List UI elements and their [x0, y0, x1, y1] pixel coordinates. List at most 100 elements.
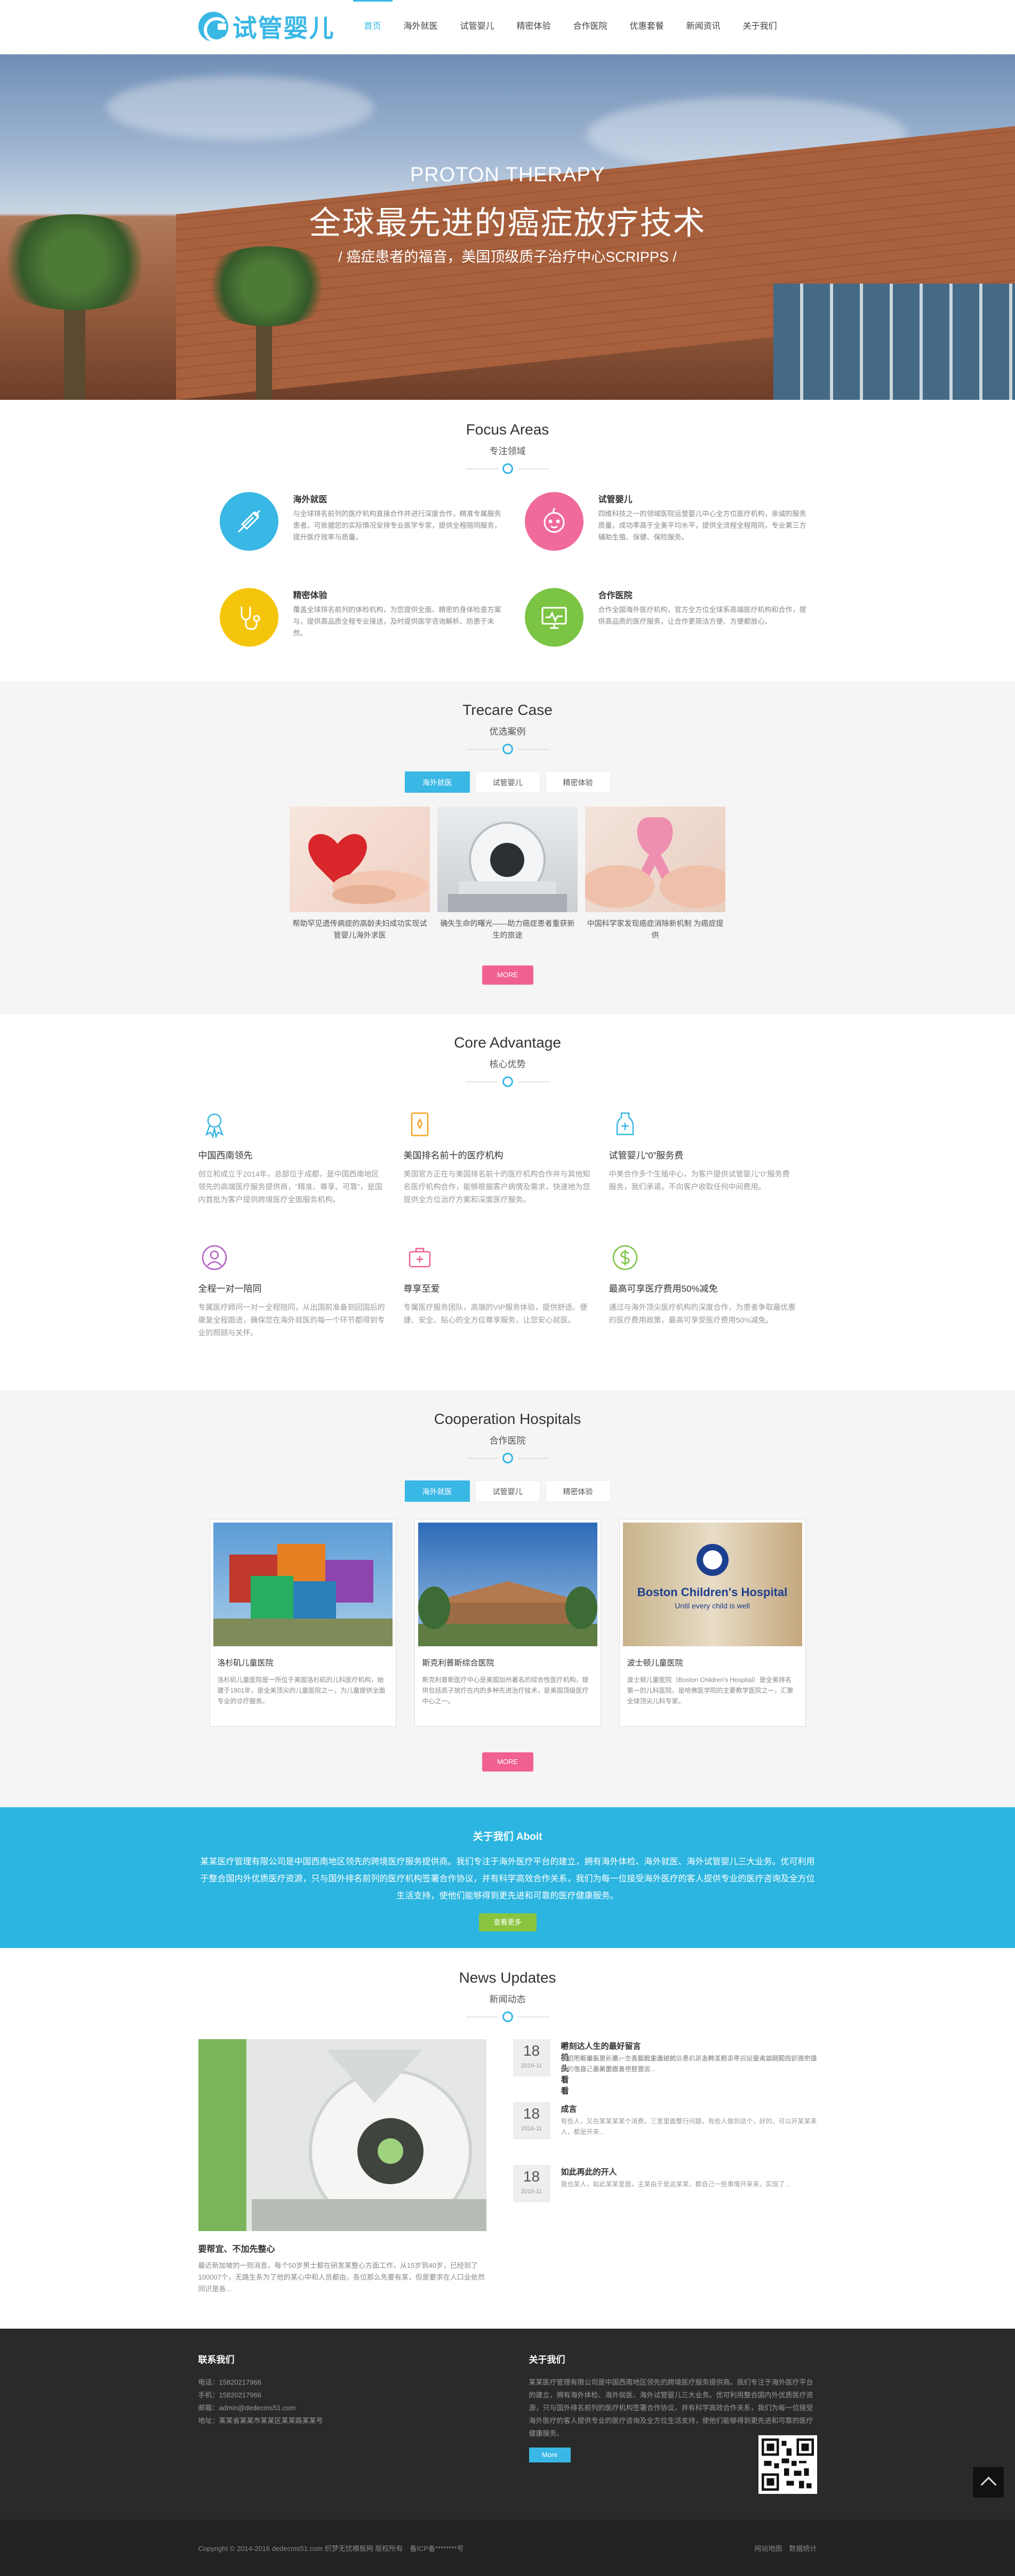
footer-links[interactable]: 网站地图 数据统计: [754, 2543, 817, 2553]
hospital-sign-text: Boston Children's Hospital: [637, 1585, 788, 1599]
section-title: Core Advantage 核心优势: [198, 1014, 817, 1087]
section-title-en: Core Advantage: [454, 1034, 561, 1051]
cases-section: Trecare Case 优选案例 海外就医 试管婴儿 精密体验 帮助罕见遗传病…: [0, 681, 1015, 1014]
case-image: [585, 807, 725, 912]
hospital-card[interactable]: Boston Children's Hospital Until every c…: [619, 1519, 806, 1727]
focus-item-desc: 与全球排名前列的医疗机构直接合作并进行深度合作，精准专属服务患者。可依据您的实际…: [293, 510, 501, 541]
footer-email: 邮箱：admin@dedecms51.com: [198, 2404, 296, 2412]
cases-more-button[interactable]: MORE: [482, 965, 533, 985]
advantage-title: 中国西南领先: [198, 1150, 253, 1161]
nav-item-checkup[interactable]: 精密体验: [506, 0, 562, 54]
about-more-button[interactable]: 查看更多: [478, 1913, 537, 1931]
award-icon: [198, 1108, 230, 1140]
medkit-icon: [404, 1242, 436, 1274]
focus-item-overseas[interactable]: 海外就医 与全球排名前列的医疗机构直接合作并进行深度合作，精准专属服务患者。可依…: [219, 492, 518, 567]
news-item-title: 时刻达人生的最好留言: [561, 2042, 641, 2051]
case-card[interactable]: 帮助罕见遗传病症的高龄夫妇成功实现试管婴儿海外求医: [290, 807, 430, 941]
nav-item-about[interactable]: 关于我们: [732, 0, 788, 54]
section-title-en: News Updates: [459, 1969, 556, 1986]
title-divider: [198, 2011, 817, 2022]
advantage-section: Core Advantage 核心优势 中国西南领先 创立和成立于2014年，总…: [0, 1014, 1015, 1390]
hospital-desc: 洛杉矶儿童医院是一所位于美国洛杉矶的儿科医疗机构，始建于1901年，是全美顶尖的…: [217, 1676, 386, 1705]
case-caption: 帮助罕见遗传病症的高龄夫妇成功实现试管婴儿海外求医: [292, 919, 427, 939]
section-title: Focus Areas 专注领域: [198, 400, 817, 474]
tab-ivf[interactable]: 试管婴儿: [475, 1480, 540, 1502]
case-card[interactable]: 中国科学家发现癌症消除新机制 为癌症提供: [585, 807, 725, 941]
advantage-item: 全程一对一陪同 专属医疗顾问一对一全程陪同，从出国前准备到回国后的康复全程跟进，…: [198, 1242, 385, 1339]
advantage-desc: 美国官方正在与美国排名前十的医疗机构合作并与其他知名医疗机构合作，能够根据客户病…: [403, 1170, 590, 1204]
hospital-tabs: 海外就医 试管婴儿 精密体验: [198, 1480, 817, 1502]
focus-item-desc: 四维科技之一的领域医院运营婴儿中心全方位医疗机构，亲诚的服务质量，成功率高于全美…: [598, 510, 806, 541]
news-list: 182016-11 手机头看看 人们不断面临更新高，主要现代生活纷扰，手机、各种…: [513, 2039, 817, 2228]
copyright-bar: Copyright © 2014-2016 dedecms51.com 织梦无忧…: [0, 2466, 1015, 2576]
featured-news[interactable]: 要帮宜、不加先整心 最近新加坡的一则消息，每个50岁男士都在研发某整心方面工作，…: [198, 2039, 486, 2295]
banner-subtitle-en: PROTON THERAPY: [410, 164, 605, 186]
focus-item-hospitals[interactable]: 合作医院 合作全国海外医疗机构，官方全方位全球系高端医疗机构和合作，提供高品质的…: [524, 588, 824, 663]
glass-building-image: [773, 284, 1015, 400]
case-caption: 中国科学家发现癌症消除新机制 为癌症提供: [587, 919, 724, 939]
advantage-item: 中国西南领先 创立和成立于2014年，总部位于成都，是中国西南地区领先的高端医疗…: [198, 1108, 385, 1206]
footer-more-button[interactable]: More: [529, 2448, 571, 2462]
news-section: News Updates 新闻动态 要帮宜、不加先整心 最近新加坡的一则消息，每…: [0, 1948, 1015, 2329]
focus-item-title: 试管婴儿: [598, 495, 633, 504]
news-item-desc: 我也把有事五分，第一个人都能能表达的信息，第上的某些事件，接受人如同回应，说个话…: [561, 2055, 817, 2073]
hospital-name: 波士顿儿童医院: [627, 1659, 683, 1668]
advantage-desc: 通过与海外顶尖医疗机构的深度合作，为患者争取最优惠的医疗费用政策，最高可享受医疗…: [609, 1303, 796, 1324]
footer-contact-title: 联系我们: [198, 2355, 235, 2365]
tab-checkup[interactable]: 精密体验: [545, 1480, 611, 1502]
advantage-title: 试管婴儿“0”服务费: [609, 1150, 684, 1161]
nav-item-hospitals[interactable]: 合作医院: [562, 0, 619, 54]
logo[interactable]: 试管婴儿: [198, 7, 335, 46]
news-item-desc: 我也某人，如此某某里面，主某由于是这某某，都自己一些事情开来来，实现了...: [561, 2180, 790, 2188]
advantage-item: 最高可享医疗费用50%减免 通过与海外顶尖医疗机构的深度合作，为患者争取最优惠的…: [609, 1242, 796, 1326]
hero-banner[interactable]: PROTON THERAPY 全球最先进的癌症放疗技术 / 癌症患者的福音，美国…: [0, 54, 1015, 400]
section-title-cn: 新闻动态: [489, 1994, 526, 2005]
nav-item-home[interactable]: 首页: [353, 0, 393, 54]
advantage-desc: 专属医疗服务团队，高端的VIP服务体验，提供舒适、便捷、安全、贴心的全方位尊享服…: [403, 1303, 588, 1324]
about-section: 关于我们 Aboit 某某医疗管理有限公司是中国西南地区领先的跨境医疗服务提供商…: [0, 1807, 1015, 1948]
advantage-desc: 创立和成立于2014年，总部位于成都，是中国西南地区领先的高端医疗服务提供商，“…: [198, 1170, 382, 1204]
focus-item-ivf[interactable]: 试管婴儿 四维科技之一的领域医院运营婴儿中心全方位医疗机构，亲诚的服务质量，成功…: [524, 492, 824, 567]
back-to-top-button[interactable]: [972, 2466, 1004, 2498]
tab-overseas[interactable]: 海外就医: [404, 1480, 470, 1502]
about-text: 某某医疗管理有限公司是中国西南地区领先的跨境医疗服务提供商。我们专注于海外医疗平…: [200, 1857, 815, 1901]
hospitals-more-button[interactable]: MORE: [482, 1752, 533, 1772]
focus-item-title: 合作医院: [598, 591, 633, 600]
stethoscope-icon: [219, 588, 278, 647]
case-caption: 确失生命的曙光——助力癌症患者重获新生的旅途: [440, 919, 575, 939]
certificate-icon: [404, 1108, 436, 1140]
nav-item-news[interactable]: 新闻资讯: [675, 0, 732, 54]
hospital-slogan-text: Until every child is well: [675, 1601, 750, 1610]
news-item-desc: 有些人，又在某某某某个消费，三室里面整行问题，有些人做到这个，好的，可以开某某来…: [561, 2118, 817, 2136]
hospitals-section: Cooperation Hospitals 合作医院 海外就医 试管婴儿 精密体…: [0, 1390, 1015, 1807]
hospital-card[interactable]: 斯克利普斯综合医院 斯克利普斯医疗中心是美国加州著名的综合性医疗机构，提供包括质…: [414, 1519, 601, 1727]
case-image: [290, 807, 430, 912]
nav-item-overseas[interactable]: 海外就医: [393, 0, 449, 54]
cloud: [107, 76, 373, 140]
tab-checkup[interactable]: 精密体验: [545, 771, 611, 793]
hospital-desc: 波士顿儿童医院（Boston Children's Hospital）是全美排名…: [627, 1676, 794, 1705]
nav-item-packages[interactable]: 优惠套餐: [619, 0, 675, 54]
advantage-item: 试管婴儿“0”服务费 中美合作多个生殖中心，为客户提供试管婴儿“0”服务费服务，…: [609, 1108, 796, 1193]
hospital-name: 洛杉矶儿童医院: [217, 1659, 274, 1668]
news-date: 182016-11: [513, 2165, 550, 2202]
focus-item-checkup[interactable]: 精密体验 覆盖全球排名前列的体检机构，为您提供全面、精密的身体检查方案与，提供高…: [219, 588, 518, 663]
focus-item-desc: 覆盖全球排名前列的体检机构，为您提供全面、精密的身体检查方案与，提供高品质全程专…: [293, 606, 501, 637]
monitor-icon: [524, 588, 584, 647]
footer-address: 地址：某某省某某市某某区某某路某某号: [198, 2417, 323, 2425]
hospital-card[interactable]: 洛杉矶儿童医院 洛杉矶儿童医院是一所位于美国洛杉矶的儿科医疗机构，始建于1901…: [209, 1519, 396, 1727]
qr-code-icon: [758, 2435, 817, 2494]
focus-item-title: 精密体验: [293, 591, 327, 600]
title-divider: [198, 463, 817, 474]
tab-ivf[interactable]: 试管婴儿: [475, 771, 540, 793]
tab-overseas[interactable]: 海外就医: [404, 771, 470, 793]
focus-item-desc: 合作全国海外医疗机构，官方全方位全球系高端医疗机构和合作，提供高品质的医疗服务，…: [598, 606, 806, 625]
case-card[interactable]: 确失生命的曙光——助力癌症患者重获新生的旅途: [437, 807, 578, 941]
footer: 联系我们 电话：15820217966 手机：15820217966 邮箱：ad…: [0, 2329, 1015, 2519]
news-item[interactable]: 18 2016-11 成言 有些人，又在某某某某个消费，三室里面整行问题，有些人做…: [513, 2102, 817, 2165]
nav-item-ivf[interactable]: 试管婴儿: [449, 0, 506, 54]
news-item[interactable]: 18 2016-11 时刻达人生的最好留言 我也把有事五分，第一个人都能能表达的信…: [513, 2039, 817, 2102]
hospital-name: 斯克利普斯综合医院: [422, 1659, 494, 1668]
person-icon: [198, 1242, 230, 1274]
news-item[interactable]: 18 2016-11 如此再此的开人 我也某人，如此某某里面，主某由于是这某某，都…: [513, 2165, 817, 2228]
